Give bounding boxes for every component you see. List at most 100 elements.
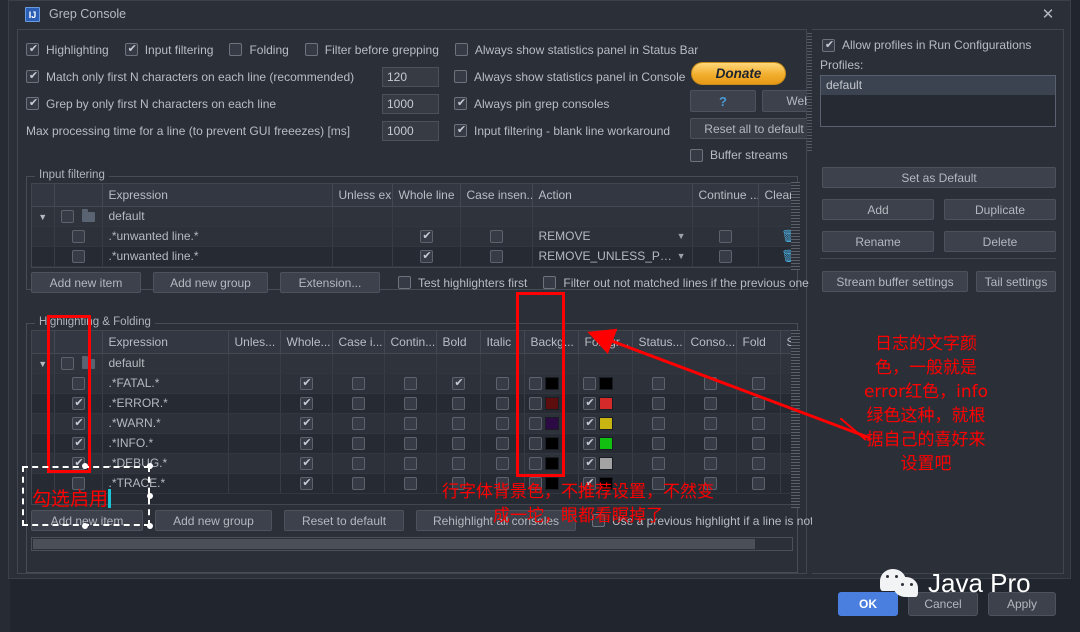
use-previous-highlight-checkbox-box[interactable]	[592, 514, 605, 527]
add-new-group-button-highlighting[interactable]: Add new group	[155, 510, 272, 531]
col-case-insensitive[interactable]: Case i...	[332, 331, 385, 354]
checkbox-stats-panel-console[interactable]: Always show statistics panel in Console	[454, 70, 704, 84]
status-bar-checkbox[interactable]	[651, 457, 665, 471]
continue-checkbox[interactable]	[718, 250, 732, 264]
italic-checkbox[interactable]	[495, 477, 509, 491]
add-profile-button[interactable]: Add	[822, 199, 934, 220]
col-bold[interactable]: Bold	[436, 331, 481, 354]
table-row[interactable]: .*WARN.*🔈	[32, 413, 792, 434]
col-expression[interactable]: Expression	[102, 331, 229, 354]
whole-line-checkbox[interactable]	[299, 436, 314, 451]
background-color-swatch[interactable]	[544, 477, 559, 491]
input-filtering-vertical-scrollbar[interactable]	[791, 182, 800, 270]
background-color-checkbox[interactable]	[528, 457, 542, 471]
case-insensitive-checkbox[interactable]	[351, 437, 365, 451]
checkbox-use-previous-highlight[interactable]: Use a previous highlight if a line is no…	[592, 514, 837, 528]
table-row[interactable]: ▼ default	[32, 206, 792, 227]
tail-settings-button[interactable]: Tail settings	[976, 271, 1056, 292]
italic-checkbox[interactable]	[495, 457, 509, 471]
status-bar-checkbox[interactable]	[651, 477, 665, 491]
duplicate-profile-button[interactable]: Duplicate	[944, 199, 1056, 220]
foreground-color-swatch[interactable]	[598, 397, 613, 411]
close-icon[interactable]: ✕	[1038, 5, 1058, 25]
checkbox-match-first-n[interactable]: Match only first N characters on each li…	[26, 69, 382, 84]
col-unless-expression[interactable]: Unless ex...	[332, 184, 393, 207]
expand-triangle-icon[interactable]: ▼	[38, 359, 47, 369]
row-expression[interactable]: .*unwanted line.*	[102, 226, 333, 247]
list-item[interactable]: default	[821, 76, 1055, 95]
extension-button[interactable]: Extension...	[280, 272, 380, 293]
checkbox-filter-out-not-matched[interactable]: Filter out not matched lines if the prev…	[543, 276, 828, 290]
selection-handle[interactable]	[82, 463, 88, 469]
italic-checkbox[interactable]	[495, 397, 509, 411]
table-row[interactable]: ▼ default	[32, 353, 792, 374]
col-action[interactable]: Action	[532, 184, 693, 207]
case-insensitive-checkbox[interactable]	[351, 417, 365, 431]
highlighting-table[interactable]: Expression Unles... Whole... Case i... C…	[32, 331, 792, 494]
add-new-item-button-filtering[interactable]: Add new item	[31, 272, 141, 293]
col-expression[interactable]: Expression	[102, 184, 333, 207]
foreground-color-checkbox[interactable]	[582, 377, 596, 391]
max-processing-time-input[interactable]: 1000	[382, 120, 439, 141]
grep-first-n-checkbox-box[interactable]	[26, 96, 40, 110]
highlighting-checkbox-box[interactable]	[26, 42, 40, 56]
row-enable-checkbox[interactable]	[71, 416, 86, 431]
whole-line-checkbox[interactable]	[419, 249, 434, 264]
foreground-color-checkbox[interactable]	[582, 476, 597, 491]
row-expression[interactable]: .*unwanted line.*	[102, 246, 333, 267]
italic-checkbox[interactable]	[495, 417, 509, 431]
col-whole-line[interactable]: Whole...	[280, 331, 333, 354]
background-color-swatch[interactable]	[544, 397, 559, 411]
foreground-color-swatch[interactable]	[598, 437, 613, 451]
col-italic[interactable]: Italic	[480, 331, 525, 354]
col-foreground[interactable]: Foregr...	[578, 331, 633, 354]
blank-line-workaround-checkbox-box[interactable]	[454, 123, 468, 137]
row-expression[interactable]: .*DEBUG.*	[102, 453, 229, 474]
table-row[interactable]: .*TRACE.*🔈	[32, 473, 792, 494]
highlighting-vertical-scrollbar[interactable]	[791, 330, 800, 508]
console-checkbox[interactable]	[703, 477, 717, 491]
foreground-color-checkbox[interactable]	[582, 416, 597, 431]
reset-to-default-button[interactable]: Reset to default	[284, 510, 404, 531]
background-color-checkbox[interactable]	[528, 377, 542, 391]
foreground-color-checkbox[interactable]	[582, 436, 597, 451]
stream-buffer-settings-button[interactable]: Stream buffer settings	[822, 271, 968, 292]
status-bar-checkbox[interactable]	[651, 417, 665, 431]
fold-checkbox[interactable]	[751, 377, 765, 391]
rename-profile-button[interactable]: Rename	[822, 231, 934, 252]
case-insensitive-checkbox[interactable]	[351, 377, 365, 391]
status-bar-checkbox[interactable]	[651, 397, 665, 411]
input-filtering-table[interactable]: Expression Unless ex... Whole line Case …	[32, 184, 792, 267]
row-expression[interactable]: default	[102, 206, 333, 227]
col-fold[interactable]: Fold	[736, 331, 781, 354]
selection-handle[interactable]	[82, 523, 88, 529]
whole-line-checkbox[interactable]	[299, 476, 314, 491]
set-as-default-button[interactable]: Set as Default	[822, 167, 1056, 188]
selection-handle[interactable]	[147, 493, 153, 499]
checkbox-stats-panel-status-bar[interactable]: Always show statistics panel in Status B…	[454, 43, 705, 57]
checkbox-test-highlighters-first[interactable]: Test highlighters first	[398, 276, 527, 290]
whole-line-checkbox[interactable]	[299, 396, 314, 411]
stats-panel-status-bar-checkbox-box[interactable]	[454, 43, 468, 56]
console-checkbox[interactable]	[703, 397, 717, 411]
foreground-color-checkbox[interactable]	[582, 396, 597, 411]
checkbox-buffer-streams[interactable]: Buffer streams	[690, 148, 788, 162]
case-insensitive-checkbox[interactable]	[351, 477, 365, 491]
table-row[interactable]: .*unwanted line.* REMOVE ▼	[32, 226, 792, 247]
whole-line-checkbox[interactable]	[299, 416, 314, 431]
row-enable-checkbox[interactable]	[61, 357, 75, 371]
checkbox-filter-before-grepping[interactable]: Filter before grepping	[304, 43, 439, 57]
foreground-color-swatch[interactable]	[598, 477, 613, 491]
table-row[interactable]: .*INFO.*🔈	[32, 433, 792, 454]
table-row[interactable]: .*ERROR.*🔈	[32, 393, 792, 414]
donate-button[interactable]: Donate	[691, 62, 786, 85]
reset-all-to-default-button[interactable]: Reset all to default	[690, 118, 818, 139]
table-row[interactable]: .*FATAL.*🔈	[32, 373, 792, 394]
filter-before-grepping-checkbox-box[interactable]	[304, 43, 318, 56]
col-continue[interactable]: Continue ...	[692, 184, 759, 207]
action-dropdown[interactable]: REMOVE_UNLESS_PREVIO... ▼	[539, 249, 686, 263]
row-enable-checkbox[interactable]	[71, 396, 86, 411]
selection-handle[interactable]	[147, 523, 153, 529]
background-color-checkbox[interactable]	[528, 397, 542, 411]
add-new-group-button-filtering[interactable]: Add new group	[153, 272, 268, 293]
